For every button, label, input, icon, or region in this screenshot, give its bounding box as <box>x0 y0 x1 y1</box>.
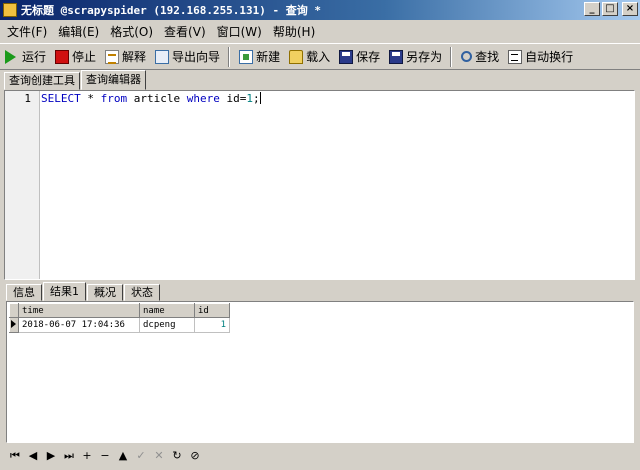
minimize-button[interactable]: _ <box>584 2 600 16</box>
toolbar: 运行 停止 解释 导出向导 新建 载入 保存 另存为 查找 自动换行 <box>0 43 640 70</box>
window-title: 无标题 @scrapyspider (192.168.255.131) - 查询… <box>21 4 322 17</box>
explain-label: 解释 <box>122 50 147 64</box>
toolbar-separator <box>228 46 231 67</box>
cell-name[interactable]: dcpeng <box>139 317 195 333</box>
maximize-button[interactable]: □ <box>602 2 618 16</box>
apply-changes-icon[interactable]: ✓ <box>134 449 148 463</box>
editor-tabs: 查询创建工具 查询编辑器 <box>4 70 147 90</box>
sql-table-name: article <box>127 92 187 105</box>
next-record-icon[interactable]: ▶ <box>44 449 58 463</box>
move-up-icon[interactable]: ▲ <box>116 449 130 463</box>
sql-editor[interactable]: 1 SELECT * from article where id=1; <box>4 90 635 280</box>
result-table: time name id 2018-06-07 17:04:36 dcpeng … <box>9 303 230 333</box>
load-button[interactable]: 载入 <box>284 46 334 68</box>
add-record-icon[interactable]: + <box>80 449 94 463</box>
sql-text: * <box>80 92 101 105</box>
save-label: 保存 <box>356 50 381 64</box>
result-tabs: 信息 结果1 概况 状态 <box>6 282 161 301</box>
column-header-id[interactable]: id <box>194 303 230 318</box>
export-label: 导出向导 <box>172 50 221 64</box>
word-wrap-button[interactable]: 自动换行 <box>503 46 577 68</box>
cell-time[interactable]: 2018-06-07 17:04:36 <box>18 317 140 333</box>
row-indicator-header <box>9 303 19 318</box>
export-icon <box>155 49 170 64</box>
column-header-name[interactable]: name <box>139 303 195 318</box>
export-wizard-button[interactable]: 导出向导 <box>150 46 224 68</box>
tab-query-editor[interactable]: 查询编辑器 <box>81 70 146 90</box>
menu-format[interactable]: 格式(O) <box>103 23 157 40</box>
folder-icon <box>289 49 304 64</box>
result-grid[interactable]: time name id 2018-06-07 17:04:36 dcpeng … <box>6 301 634 443</box>
explain-icon <box>105 49 120 64</box>
tab-status[interactable]: 状态 <box>124 284 160 301</box>
table-header-row: time name id <box>9 303 230 318</box>
row-indicator <box>9 317 19 333</box>
run-label: 运行 <box>22 50 47 64</box>
first-record-icon[interactable]: ⏮ <box>8 449 22 463</box>
refresh-icon[interactable]: ↻ <box>170 449 184 463</box>
sql-keyword-where: where <box>186 92 220 105</box>
word-wrap-label: 自动换行 <box>525 50 574 64</box>
discard-changes-icon[interactable]: ✕ <box>152 449 166 463</box>
sql-condition: id= <box>219 92 247 105</box>
stop-icon[interactable]: ⊘ <box>188 449 202 463</box>
table-row[interactable]: 2018-06-07 17:04:36 dcpeng 1 <box>9 317 230 333</box>
load-label: 载入 <box>306 50 331 64</box>
tab-result1[interactable]: 结果1 <box>43 282 86 301</box>
column-header-time[interactable]: time <box>18 303 140 318</box>
close-button[interactable]: × <box>622 2 638 16</box>
run-icon <box>5 49 16 64</box>
sql-keyword-select: SELECT <box>41 92 81 105</box>
save-icon <box>339 49 354 64</box>
word-wrap-icon <box>508 49 523 64</box>
line-number: 1 <box>24 92 31 105</box>
tab-profile[interactable]: 概况 <box>87 284 123 301</box>
line-number-gutter: 1 <box>5 91 40 279</box>
tab-info[interactable]: 信息 <box>6 284 42 301</box>
sql-terminator: ; <box>252 92 260 105</box>
title-bar: 无标题 @scrapyspider (192.168.255.131) - 查询… <box>0 0 640 20</box>
sql-number: 1 <box>246 92 253 105</box>
save-button[interactable]: 保存 <box>334 46 384 68</box>
sql-keyword-from: from <box>100 92 128 105</box>
tab-query-builder[interactable]: 查询创建工具 <box>4 72 80 90</box>
stop-label: 停止 <box>72 50 97 64</box>
menu-file[interactable]: 文件(F) <box>0 23 51 40</box>
last-record-icon[interactable]: ⏭ <box>62 449 76 463</box>
find-label: 查找 <box>475 50 500 64</box>
cell-id[interactable]: 1 <box>194 317 230 333</box>
save-as-icon <box>389 49 404 64</box>
sql-code-line[interactable]: SELECT * from article where id=1; <box>41 92 261 105</box>
previous-record-icon[interactable]: ◀ <box>26 449 40 463</box>
stop-button[interactable]: 停止 <box>50 46 100 68</box>
menu-view[interactable]: 查看(V) <box>157 23 210 40</box>
new-icon <box>239 49 254 64</box>
menu-edit[interactable]: 编辑(E) <box>51 23 103 40</box>
menu-bar: 文件(F) 编辑(E) 格式(O) 查看(V) 窗口(W) 帮助(H) <box>0 21 640 41</box>
menu-help[interactable]: 帮助(H) <box>266 23 319 40</box>
new-button[interactable]: 新建 <box>234 46 284 68</box>
find-button[interactable]: 查找 <box>456 46 503 68</box>
delete-record-icon[interactable]: − <box>98 449 112 463</box>
menu-window[interactable]: 窗口(W) <box>210 23 266 40</box>
stop-icon <box>55 49 70 64</box>
run-button[interactable]: 运行 <box>0 46 50 68</box>
new-label: 新建 <box>256 50 281 64</box>
record-navigator: ⏮ ◀ ▶ ⏭ + − ▲ ✓ ✕ ↻ ⊘ <box>8 448 202 464</box>
toolbar-separator <box>450 46 453 67</box>
current-row-arrow-icon <box>11 319 16 328</box>
search-icon <box>461 51 473 62</box>
save-as-label: 另存为 <box>406 50 443 64</box>
save-as-button[interactable]: 另存为 <box>384 46 446 68</box>
explain-button[interactable]: 解释 <box>100 46 150 68</box>
app-icon <box>3 3 17 17</box>
text-caret <box>259 92 261 104</box>
